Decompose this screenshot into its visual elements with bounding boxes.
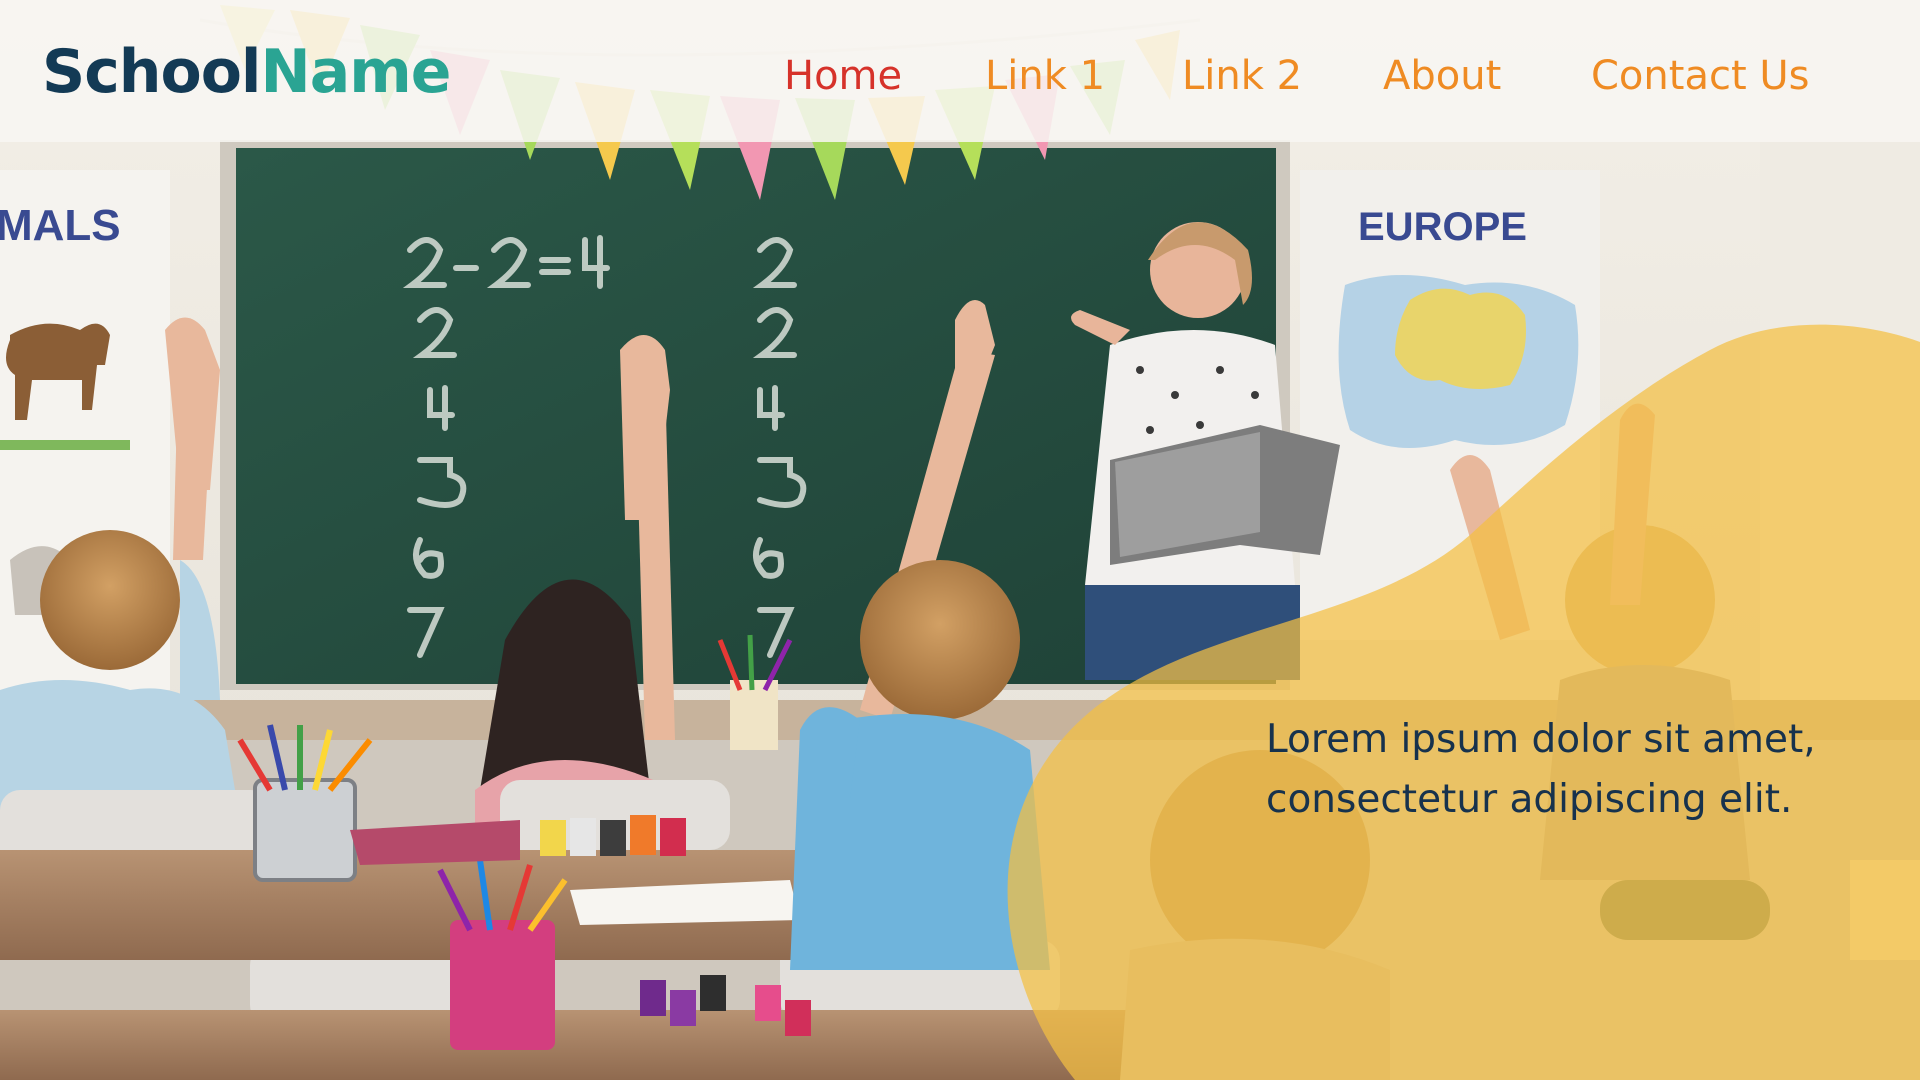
site-header: SchoolName Home Link 1 Link 2 About Cont… xyxy=(0,0,1920,142)
nav-link-1[interactable]: Link 1 xyxy=(985,48,1105,104)
nav-link-2[interactable]: Link 2 xyxy=(1182,48,1302,104)
nav-contact-link[interactable]: Contact Us xyxy=(1591,48,1809,104)
svg-text:EUROPE: EUROPE xyxy=(1358,205,1527,249)
hero-tagline-line-1: Lorem ipsum dolor sit amet, xyxy=(1266,717,1816,762)
nav-home-link[interactable]: Home xyxy=(784,48,902,104)
nav-about-link[interactable]: About xyxy=(1383,48,1501,104)
site-logo[interactable]: SchoolName xyxy=(42,32,452,112)
classroom-photo: MALS EUROPE xyxy=(0,0,1920,1080)
svg-text:MALS: MALS xyxy=(0,201,121,250)
hero-tagline-line-2: consectetur adipiscing elit. xyxy=(1266,777,1793,822)
hero-tagline: Lorem ipsum dolor sit amet, consectetur … xyxy=(1266,710,1886,830)
logo-name-text: Name xyxy=(260,37,452,107)
page: MALS EUROPE SchoolName Home Link 1 Link … xyxy=(0,0,1920,1080)
logo-school-text: School xyxy=(42,37,262,107)
